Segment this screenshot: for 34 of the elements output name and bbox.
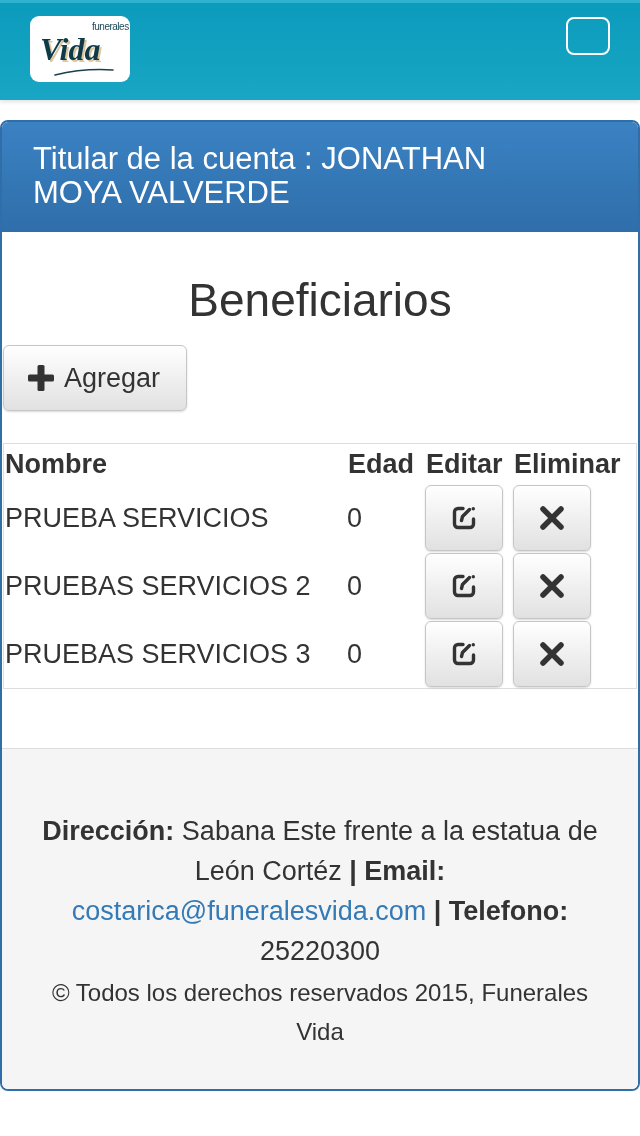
x-icon [540, 642, 564, 666]
table-cell: PRUEBA SERVICIOS [4, 502, 269, 533]
column-header: Nombre [4, 449, 107, 479]
email-link[interactable]: costarica@funeralesvida.com [71, 896, 427, 926]
delete-button[interactable] [513, 553, 591, 619]
copyright-text: © Todos los derechos reservados 2015, Funerales Vida [50, 978, 590, 1047]
x-icon [540, 506, 564, 530]
table-cell: PRUEBAS SERVICIOS 3 [4, 638, 311, 669]
edit-button[interactable] [425, 553, 503, 619]
account-holder-title: Titular de la cuenta : JONATHAN MOYA VALVERDE [33, 142, 488, 210]
table-cell: 0 [347, 638, 363, 669]
edit-button[interactable] [425, 485, 503, 551]
logo-tile[interactable]: funerales Vida [30, 16, 130, 82]
pencil-square-icon [451, 573, 477, 599]
pencil-square-icon [451, 641, 477, 667]
add-button[interactable]: Agregar [3, 345, 187, 411]
contact-info: Dirección: Sabana Este frente a la estatua de León Cortéz | Email: costarica@funeralesvida.com | Telefono: 25220300 [41, 815, 599, 968]
logo-wordmark: Vida [40, 33, 101, 65]
x-icon [540, 574, 564, 598]
swoosh-icon [54, 68, 114, 76]
table-cell: 0 [347, 570, 363, 601]
menu-toggle-button[interactable] [566, 17, 610, 55]
column-header: Eliminar [513, 449, 621, 479]
edit-button[interactable] [425, 621, 503, 687]
table-cell: 0 [347, 502, 363, 533]
logo-tagline: funerales [92, 21, 129, 32]
column-header: Editar [425, 449, 503, 479]
delete-button[interactable] [513, 485, 591, 551]
column-header: Edad [347, 449, 414, 479]
pencil-square-icon [451, 505, 477, 531]
delete-button[interactable] [513, 621, 591, 687]
page-title: Beneficiarios [187, 273, 453, 325]
plus-icon [28, 365, 54, 391]
table-cell: PRUEBAS SERVICIOS 2 [4, 570, 311, 601]
